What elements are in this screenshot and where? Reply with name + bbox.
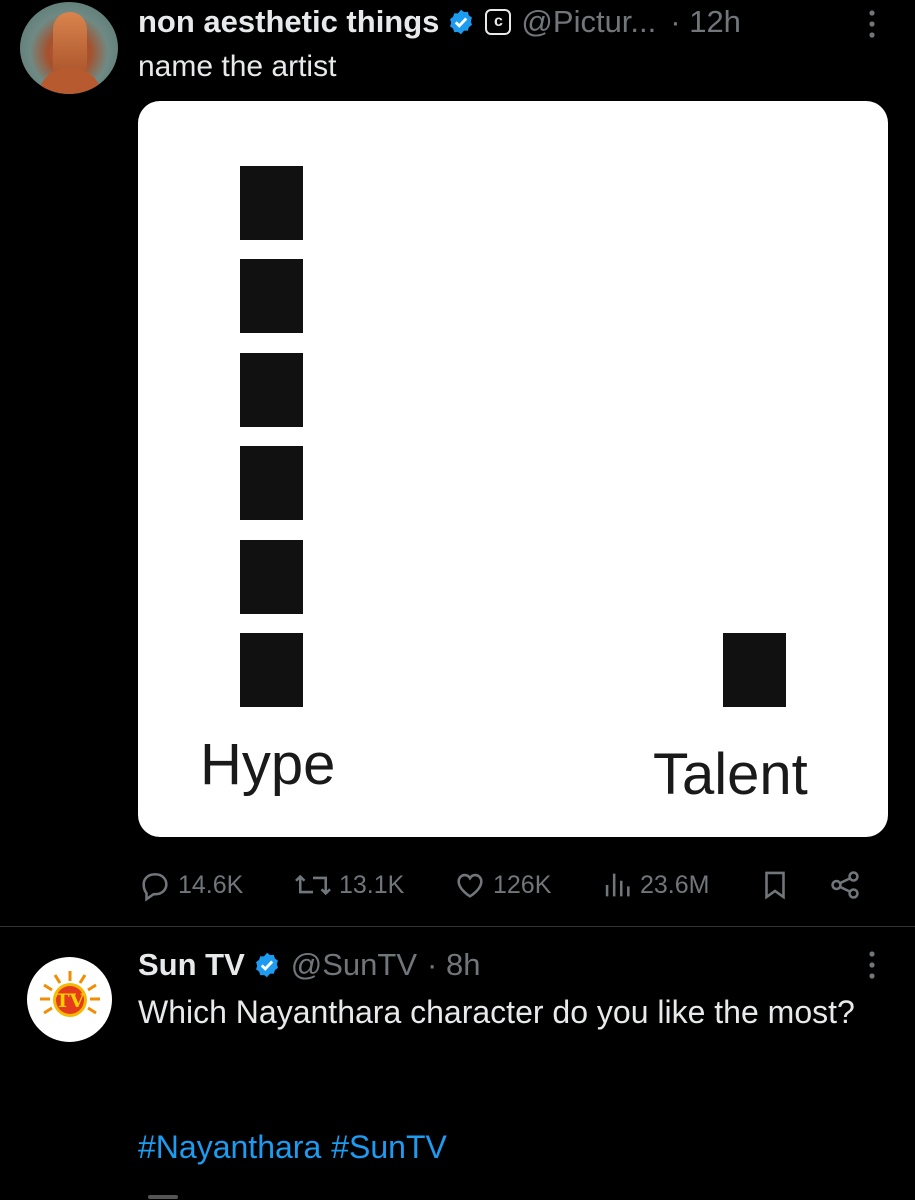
bar-block-hype	[240, 259, 303, 333]
bar-block-hype	[240, 352, 303, 427]
retweet-count: 13.1K	[339, 870, 405, 899]
views-button[interactable]: 23.6M	[600, 860, 709, 910]
reply-button[interactable]: 14.6K	[138, 860, 243, 910]
chart-image[interactable]: Hype Talent	[138, 101, 888, 837]
bar-block-hype	[240, 165, 303, 240]
bar-block-hype	[240, 539, 303, 614]
share-button[interactable]	[828, 860, 868, 910]
like-count: 126K	[493, 870, 552, 899]
logo-text: TV	[55, 990, 85, 1012]
share-icon	[831, 871, 859, 899]
views-count: 23.6M	[640, 870, 710, 899]
avatar[interactable]: TV	[27, 957, 112, 1042]
bar-block-talent	[723, 633, 786, 707]
tweet-time[interactable]: · 8h	[427, 947, 480, 983]
category-label-talent: Talent	[653, 742, 808, 807]
heart-icon	[457, 873, 483, 898]
like-button[interactable]: 126K	[453, 860, 551, 910]
action-bar: 14.6K 13.1K 126K 23.6M	[138, 860, 878, 910]
next-content-peek	[148, 1195, 178, 1199]
avatar-body-shape	[38, 68, 102, 94]
retweet-button[interactable]: 13.1K	[293, 860, 404, 910]
author-name[interactable]: Sun TV	[138, 947, 245, 983]
verified-badge-icon	[255, 952, 278, 978]
tweet-header: non aesthetic things c @Pictur... · 12h	[138, 2, 741, 42]
more-icon[interactable]	[867, 8, 877, 40]
hashtags: #Nayanthara #SunTV	[138, 1129, 457, 1166]
sun-tv-logo-icon: TV	[39, 970, 100, 1017]
tweet-text: Which Nayanthara character do you like t…	[138, 994, 855, 1030]
more-icon[interactable]	[867, 949, 877, 981]
avatar[interactable]	[20, 2, 118, 94]
affiliate-badge-icon: c	[485, 9, 512, 35]
bookmark-button[interactable]	[758, 860, 798, 910]
views-icon	[605, 873, 630, 897]
tweet-time[interactable]: · 12h	[670, 4, 741, 40]
hashtag-link[interactable]: #SunTV	[331, 1129, 447, 1165]
hashtag-link[interactable]: #Nayanthara	[138, 1129, 321, 1165]
author-handle[interactable]: @SunTV	[291, 947, 417, 983]
category-label-hype: Hype	[200, 732, 336, 797]
bookmark-icon	[765, 871, 785, 900]
verified-badge-icon	[450, 9, 473, 35]
retweet-icon	[295, 874, 331, 896]
bar-block-hype	[240, 446, 303, 520]
bar-block-hype	[240, 633, 303, 707]
author-name[interactable]: non aesthetic things	[138, 4, 439, 40]
tweet-non-aesthetic-things[interactable]: non aesthetic things c @Pictur... · 12h …	[0, 0, 915, 926]
reply-count: 14.6K	[178, 870, 244, 899]
reply-icon	[142, 873, 168, 902]
tweet-header: Sun TV @SunTV · 8h	[138, 945, 480, 985]
author-handle[interactable]: @Pictur...	[521, 4, 656, 40]
tweet-text: name the artist	[138, 50, 337, 83]
tweet-sun-tv[interactable]: TV Sun TV @SunTV · 8h Which Nayanthara c…	[0, 927, 915, 1200]
